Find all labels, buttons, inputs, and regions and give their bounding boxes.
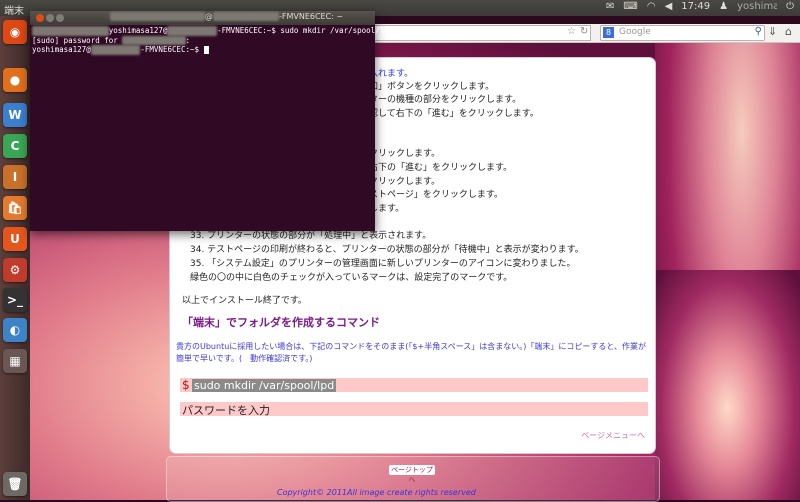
mail-icon[interactable]: ✉ [606,1,614,12]
close-icon[interactable] [36,14,44,22]
article-line: 追加」ボタンをクリックします。 [360,82,495,92]
terminal-line: [sudo] password for xxxxxxxxxxxxxx: [32,35,191,45]
article-line: て右下の「進む」をクリックします。 [360,163,513,173]
terminal-line: xxxxxxxxxxxxxxxxxyoshimasa127@xxxxxxxxxx… [32,26,393,36]
ubuntu-one-glyph: U [10,232,20,246]
system-settings-icon[interactable]: ⚙ [3,258,27,282]
libreoffice-calc-icon[interactable]: C [3,134,27,158]
power-icon[interactable]: ⏻ [786,1,794,12]
browser-toolbar: ☆ ↻ 8 Google ⚲ ⇓ ⌂ [375,24,800,43]
page-top-button[interactable]: ページトップへ [389,465,435,484]
url-bar[interactable]: ☆ ↻ [375,25,591,41]
password-label: パスワードを入力 [182,404,270,417]
user-name[interactable]: yoshimasa127 [737,1,777,12]
launcher: ◉ ● W C I 🛍 U ⚙ >_ ◐ ▦ 🗑 [0,16,31,500]
page-menu-link[interactable]: ページメニューへ [581,430,645,441]
ubuntu-software-center-glyph: 🛍 [7,201,23,215]
copyright-text: Copyright© 2011All image create rights r… [277,488,476,497]
user-icon[interactable]: ♟ [719,1,728,12]
ubuntu-one-icon[interactable]: U [3,227,27,251]
page-footer: ページトップへ Copyright© 2011All image create … [166,456,660,502]
active-app-title: 端末 [4,6,24,17]
command-text[interactable]: sudo mkdir /var/spool/lpd [192,379,337,392]
system-settings-glyph: ⚙ [9,263,21,277]
web-browser-glyph: ◐ [9,323,21,337]
terminal-output[interactable]: xxxxxxxxxxxxxxxxxyoshimasa127@xxxxxxxxxx… [32,26,393,55]
libreoffice-impress-glyph: I [12,170,18,184]
article-line: 確認して右下の「進む」をクリックします。 [360,109,539,119]
command-prompt: $ [182,378,190,392]
network-icon[interactable]: ◠ [647,1,656,12]
command-box: $ sudo mkdir /var/spool/lpd [180,378,648,392]
article-line: 緑色の〇の中に白色のチェックが入っているマークは、設定完了のマークです。 [190,273,513,283]
firefox-icon[interactable]: ● [3,68,27,92]
keyboard-icon[interactable]: ⌨ [623,1,637,12]
system-tray: ✉ ⌨ ◠ ◀ 17:49 ♟ yoshimasa127 ⏻ [606,1,794,12]
article-line: 34. テストページの印刷が終わると、プリンターの状態の部分が「待機中」と表示が… [190,245,584,255]
libreoffice-impress-icon[interactable]: I [3,165,27,189]
search-placeholder: Google [619,27,651,37]
minimize-icon[interactable] [46,14,54,22]
firefox-glyph: ● [9,73,21,87]
terminal-glyph: >_ [6,293,24,307]
workspace-switcher-glyph: ▦ [9,354,21,368]
workspace-switcher-icon[interactable]: ▦ [3,349,27,373]
terminal-window[interactable]: xxxxxxxxxxxxxxxxxxxx@xxxxxxxxxxxxxx-FMVN… [30,11,393,231]
web-browser-icon[interactable]: ◐ [3,318,27,342]
terminal-titlebar[interactable]: xxxxxxxxxxxxxxxxxxxx@xxxxxxxxxxxxxx-FMVN… [30,11,375,25]
article-line: 以上でインストール終了です。 [182,296,307,306]
dash-home-glyph: ◉ [9,25,21,39]
libreoffice-writer-glyph: W [8,108,22,122]
volume-icon[interactable]: ◀ [665,1,673,12]
terminal-icon[interactable]: >_ [3,288,27,312]
download-icon[interactable]: ⇓ [768,25,777,38]
bookmark-star-icon[interactable]: ☆ [567,26,576,37]
article-line: テストページ」をクリックします。 [360,190,503,200]
trash-glyph: 🗑 [7,477,23,491]
article-line: 35. 「システム設定」のプリンターの管理画面に新しいプリンターのアイコンに変わ… [190,259,576,269]
search-engine-icon[interactable]: 8 [603,27,614,38]
terminal-title: xxxxxxxxxxxxxxxxxxxx@xxxxxxxxxxxxxx-FMVN… [110,12,343,21]
libreoffice-calc-glyph: C [10,139,20,153]
home-icon[interactable]: ⌂ [785,25,792,38]
trash-icon[interactable]: 🗑 [3,472,27,496]
libreoffice-writer-icon[interactable]: W [3,103,27,127]
reload-icon[interactable]: ↻ [580,26,588,37]
password-box: パスワードを入力 [180,402,648,417]
terminal-cursor [203,46,209,54]
section-heading: 「端末」でフォルダを作成するコマンド [182,316,380,329]
article-line: ンターの機種の部分をクリックします。 [360,95,522,105]
ubuntu-software-center-icon[interactable]: 🛍 [3,196,27,220]
maximize-icon[interactable] [56,14,64,22]
search-input[interactable]: 8 Google ⚲ [600,25,765,41]
dash-home-icon[interactable]: ◉ [3,20,27,44]
clock[interactable]: 17:49 [681,1,710,12]
flower-background-lower [655,270,800,500]
section-description: 貴方のUbuntuに採用したい場合は、下記のコマンドをそのまま(「$+半角スペー… [176,342,647,363]
search-icon[interactable]: ⚲ [755,26,762,37]
terminal-line: yoshimasa127@xxxxxxxxxxx-FMVNE6CEC:~$ [32,45,393,55]
